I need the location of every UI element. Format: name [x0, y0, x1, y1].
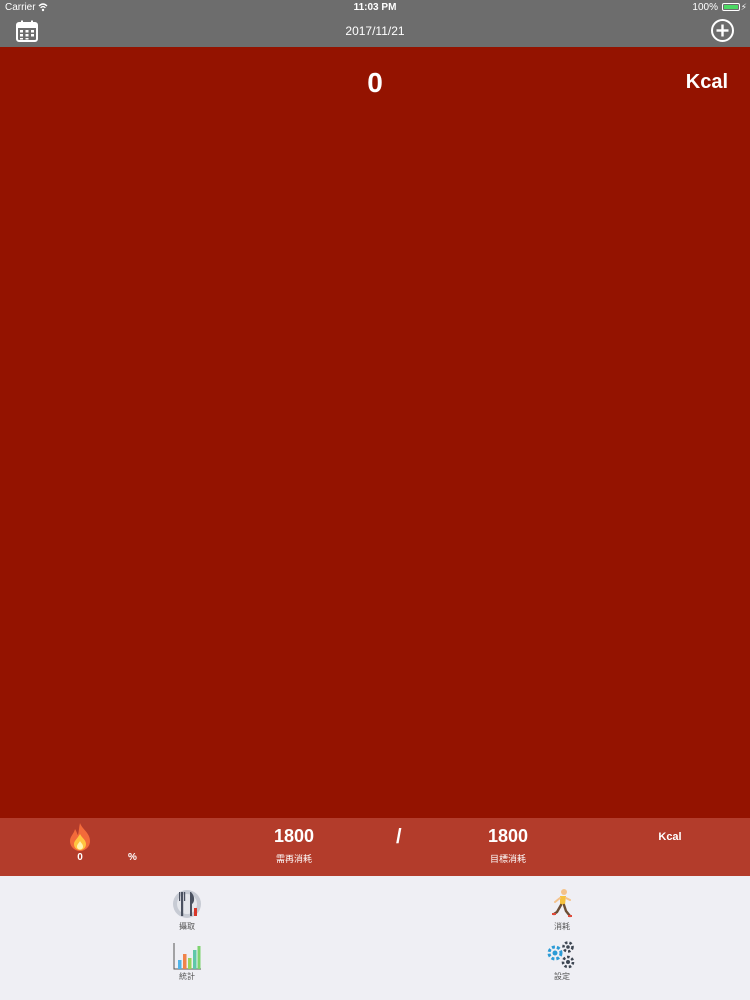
- summary-unit: Kcal: [658, 831, 682, 843]
- remaining-burn-value: 1800: [273, 826, 315, 846]
- burn-percent-value: 0: [77, 852, 83, 863]
- runner-icon: [552, 889, 572, 918]
- tab-settings[interactable]: 設定: [522, 940, 602, 982]
- gears-icon: [547, 941, 575, 969]
- remaining-burn-label: 需再消耗: [275, 854, 312, 864]
- nav-bar: 2017/11/21: [0, 15, 750, 47]
- charging-icon: ⚡: [740, 2, 747, 12]
- burn-percent-sign: %: [128, 852, 137, 863]
- tab-burn-label: 消耗: [554, 922, 570, 931]
- status-bar: Carrier 11:03 PM 100% ⚡: [0, 0, 750, 15]
- flame-icon: [70, 823, 90, 851]
- target-burn-label: 目標消耗: [489, 854, 526, 864]
- tab-settings-label: 設定: [554, 972, 570, 981]
- battery-percent: 100%: [692, 2, 718, 13]
- bar-chart-icon: [173, 943, 201, 970]
- calorie-value: 0: [367, 67, 383, 98]
- tab-intake[interactable]: 攝取: [147, 888, 227, 932]
- tab-stats[interactable]: 統計: [147, 942, 227, 982]
- summary-bar: 0 % 1800 需再消耗 / 1800 目標消耗 Kcal: [0, 818, 750, 876]
- tab-intake-label: 攝取: [179, 922, 195, 931]
- status-time: 11:03 PM: [353, 2, 397, 13]
- target-burn-value: 1800: [487, 826, 529, 846]
- battery-icon: [722, 3, 740, 11]
- nav-title-date: 2017/11/21: [345, 24, 405, 38]
- add-circle-icon[interactable]: [710, 18, 735, 43]
- utensils-icon: [173, 890, 201, 918]
- summary-separator: /: [396, 826, 402, 848]
- tab-menu: 攝取 消耗 統計 設定: [0, 876, 750, 1000]
- calorie-unit: Kcal: [685, 71, 728, 93]
- tab-stats-label: 統計: [179, 972, 195, 981]
- calorie-display-area: 0 Kcal: [0, 47, 750, 818]
- tab-burn[interactable]: 消耗: [522, 888, 602, 932]
